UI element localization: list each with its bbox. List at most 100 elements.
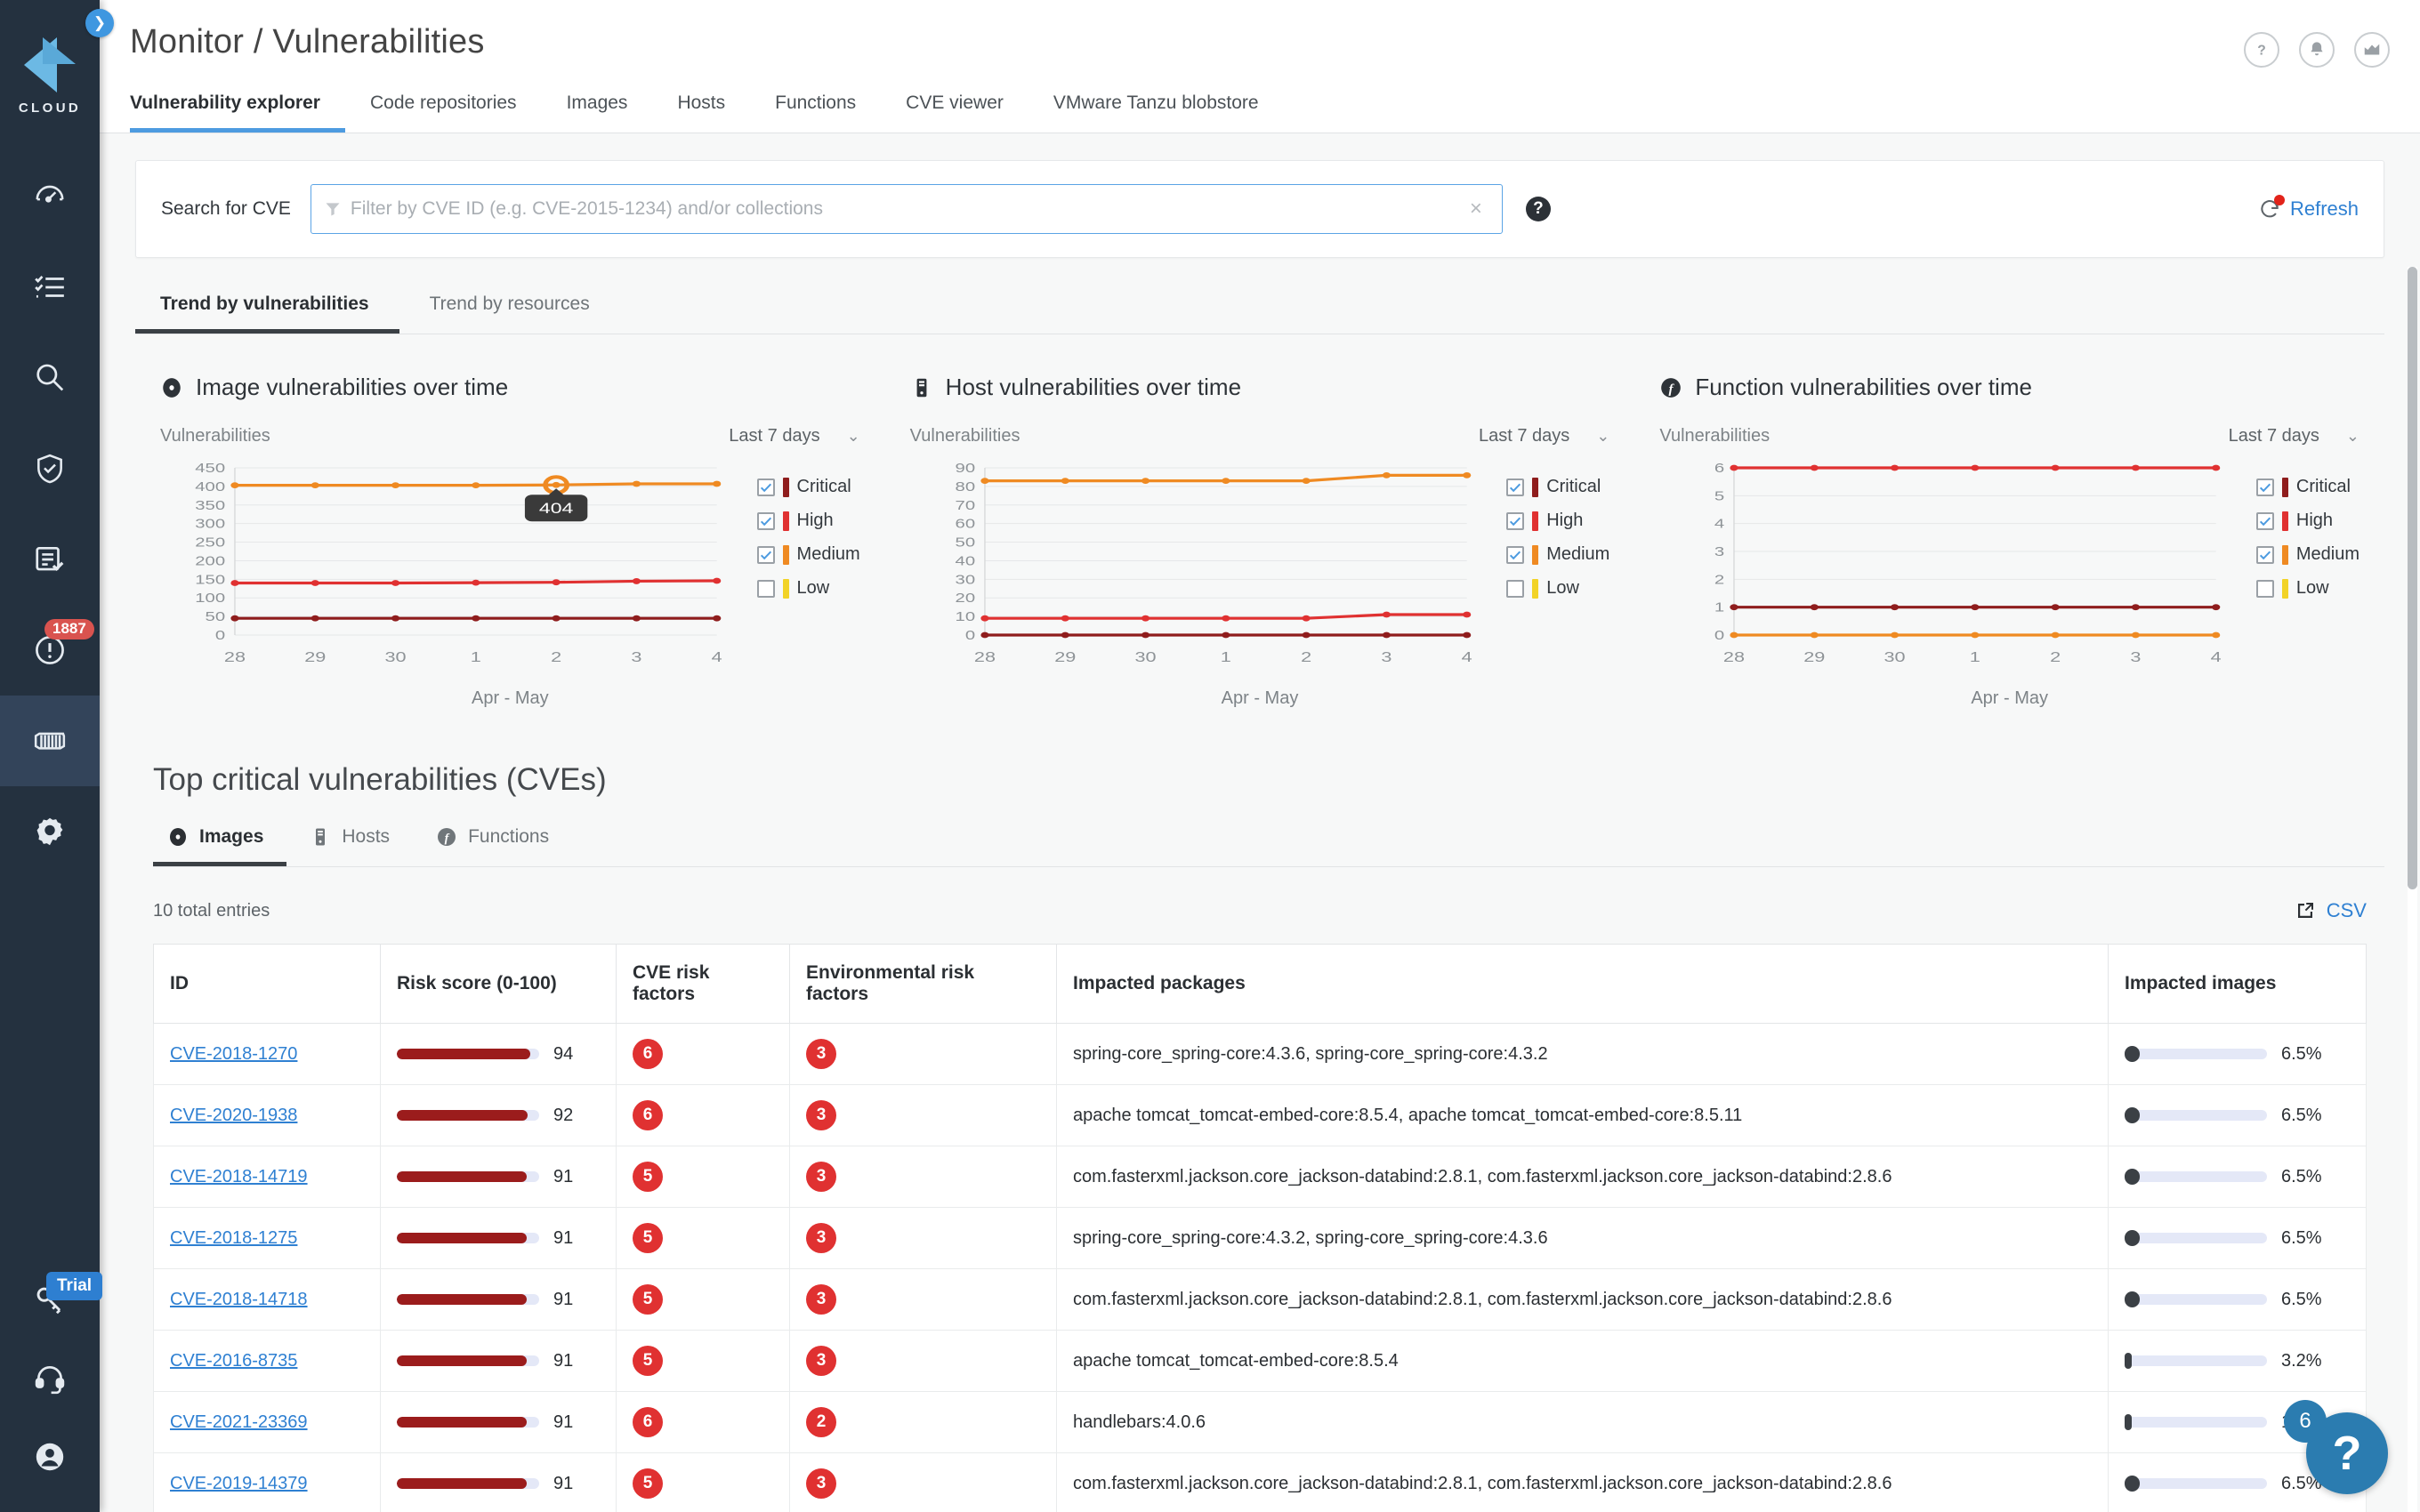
top-bar: Monitor / Vulnerabilities ? Vulnerabilit…: [100, 0, 2420, 133]
col-header-environmental-risk-factors[interactable]: Environmental risk factors: [789, 944, 1057, 1024]
col-header-impacted-images[interactable]: Impacted images: [2108, 944, 2367, 1024]
sidebar-item-support[interactable]: [0, 1339, 100, 1418]
legend-item-low[interactable]: Low: [2255, 578, 2360, 599]
legend-item-critical[interactable]: Critical: [2255, 477, 2360, 497]
legend-item-high[interactable]: High: [1506, 511, 1609, 531]
cve-link[interactable]: CVE-2018-14719: [170, 1167, 308, 1186]
table-row[interactable]: CVE-2018-1275 91 5 3 spring-core_spring-…: [153, 1207, 2367, 1269]
legend-checkbox-high[interactable]: [1506, 511, 1525, 530]
table-row[interactable]: CVE-2018-1270 94 6 3 spring-core_spring-…: [153, 1023, 2367, 1085]
sidebar-item-credentials[interactable]: Trial: [0, 1261, 103, 1339]
scrollbar-thumb[interactable]: [2408, 267, 2417, 889]
chart-xlabel: Apr - May: [1221, 688, 1299, 708]
legend-color-swatch: [2281, 477, 2288, 497]
sidebar-item-account[interactable]: [0, 1418, 100, 1496]
legend-checkbox-low[interactable]: [756, 579, 775, 598]
legend-item-medium[interactable]: Medium: [756, 544, 860, 565]
legend-label: Critical: [796, 477, 851, 496]
tab-hosts[interactable]: Hosts: [286, 821, 413, 866]
table-row[interactable]: CVE-2016-8735 91 5 3 apache tomcat_tomca…: [153, 1330, 2367, 1392]
cve-link[interactable]: CVE-2019-14379: [170, 1474, 308, 1493]
tab-code-repositories[interactable]: Code repositories: [345, 87, 542, 133]
tab-images[interactable]: Images: [153, 821, 287, 866]
sidebar-item-investigate[interactable]: [0, 333, 100, 423]
cve-link[interactable]: CVE-2018-1275: [170, 1228, 297, 1248]
table-row[interactable]: CVE-2018-14718 91 5 3 com.fasterxml.jack…: [153, 1268, 2367, 1331]
tab-functions[interactable]: Functions: [750, 87, 881, 133]
tab-functions[interactable]: f Functions: [413, 821, 572, 866]
chart-range-selector[interactable]: Last 7 days ⌄: [729, 426, 859, 446]
tab-hosts[interactable]: Hosts: [652, 87, 750, 133]
cve-risk-factor-badge: 5: [633, 1284, 663, 1315]
tab-cve-viewer[interactable]: CVE viewer: [881, 87, 1028, 133]
tab-label: Images: [199, 826, 264, 847]
legend-item-medium[interactable]: Medium: [1506, 544, 1609, 565]
table-row[interactable]: CVE-2018-14719 91 5 3 com.fasterxml.jack…: [153, 1146, 2367, 1208]
legend-checkbox-critical[interactable]: [2255, 478, 2274, 496]
legend-item-high[interactable]: High: [2255, 511, 2360, 531]
sidebar-item-compliance[interactable]: [0, 514, 100, 605]
help-icon[interactable]: ?: [2244, 32, 2279, 68]
legend-checkbox-high[interactable]: [2255, 511, 2274, 530]
col-header-impacted-packages[interactable]: Impacted packages: [1056, 944, 2109, 1024]
legend-item-critical[interactable]: Critical: [1506, 477, 1609, 497]
cve-link[interactable]: CVE-2016-8735: [170, 1351, 297, 1371]
col-header-id[interactable]: ID: [153, 944, 381, 1024]
legend-item-critical[interactable]: Critical: [756, 477, 860, 497]
search-input[interactable]: [350, 198, 1463, 220]
tab-trend-by-resources[interactable]: Trend by resources: [399, 288, 620, 334]
sidebar-item-radar[interactable]: [0, 242, 100, 333]
tab-images[interactable]: Images: [542, 87, 653, 133]
csv-export-link[interactable]: CSV: [2295, 899, 2367, 922]
tab-trend-by-vulnerabilities[interactable]: Trend by vulnerabilities: [135, 288, 399, 334]
col-header-cve-risk-factors[interactable]: CVE risk factors: [616, 944, 790, 1024]
sidebar-item-dashboard[interactable]: [0, 151, 100, 242]
legend-checkbox-critical[interactable]: [1506, 478, 1525, 496]
legend-label: Low: [796, 578, 830, 598]
cve-link[interactable]: CVE-2020-1938: [170, 1106, 297, 1125]
legend-checkbox-medium[interactable]: [1506, 545, 1525, 564]
refresh-button[interactable]: Refresh: [2258, 195, 2359, 221]
table-row[interactable]: CVE-2021-23369 91 6 2 handlebars:4.0.6 1…: [153, 1391, 2367, 1453]
chart-ylabel: Vulnerabilities: [909, 426, 1020, 446]
chart-legend-1: Critical High Medium Low: [1476, 455, 1609, 687]
chart-icon[interactable]: [2354, 32, 2390, 68]
bell-icon[interactable]: [2299, 32, 2335, 68]
table-row[interactable]: CVE-2019-14379 91 5 3 com.fasterxml.jack…: [153, 1452, 2367, 1512]
sidebar-item-alerts[interactable]: 1887: [0, 605, 100, 696]
cve-link[interactable]: CVE-2021-23369: [170, 1412, 308, 1432]
col-header-risk-score[interactable]: Risk score (0-100): [380, 944, 617, 1024]
sidebar-item-monitor[interactable]: [0, 696, 100, 786]
tab-vulnerability-explorer[interactable]: Vulnerability explorer: [130, 87, 345, 133]
cell-environmental-risk-factors: 3: [789, 1084, 1057, 1146]
legend-checkbox-medium[interactable]: [2255, 545, 2274, 564]
table-row[interactable]: CVE-2020-1938 92 6 3 apache tomcat_tomca…: [153, 1084, 2367, 1146]
clear-search-icon[interactable]: ×: [1463, 197, 1489, 221]
cve-link[interactable]: CVE-2018-1270: [170, 1044, 297, 1064]
sidebar-item-defend[interactable]: [0, 423, 100, 514]
sidebar-collapse-button[interactable]: ❯: [85, 9, 114, 37]
svg-text:2: 2: [551, 650, 561, 666]
sidebar-item-manage[interactable]: [0, 786, 100, 877]
cve-link[interactable]: CVE-2018-14718: [170, 1290, 308, 1309]
tab-vmware-tanzu-blobstore[interactable]: VMware Tanzu blobstore: [1028, 87, 1284, 133]
legend-checkbox-high[interactable]: [756, 511, 775, 530]
impacted-images-bar: [2125, 1291, 2267, 1307]
legend-checkbox-critical[interactable]: [756, 478, 775, 496]
search-field-wrapper[interactable]: ×: [310, 184, 1503, 234]
legend-checkbox-low[interactable]: [2255, 579, 2274, 598]
legend-item-high[interactable]: High: [756, 511, 860, 531]
vertical-scrollbar[interactable]: [2408, 267, 2417, 1512]
legend-item-low[interactable]: Low: [756, 578, 860, 599]
svg-text:3: 3: [2131, 650, 2142, 666]
chart-plot-2: 0 1 2 3 4 5 6 28 29 30 1 2 3 4: [1659, 455, 2226, 687]
legend-item-medium[interactable]: Medium: [2255, 544, 2360, 565]
chart-range-selector[interactable]: Last 7 days ⌄: [2229, 426, 2360, 446]
legend-checkbox-low[interactable]: [1506, 579, 1525, 598]
svg-text:80: 80: [955, 479, 975, 494]
chart-range-selector[interactable]: Last 7 days ⌄: [1479, 426, 1609, 446]
legend-item-low[interactable]: Low: [1506, 578, 1609, 599]
risk-score-value: 92: [553, 1105, 574, 1125]
search-help-icon[interactable]: ?: [1525, 197, 1551, 221]
legend-checkbox-medium[interactable]: [756, 545, 775, 564]
